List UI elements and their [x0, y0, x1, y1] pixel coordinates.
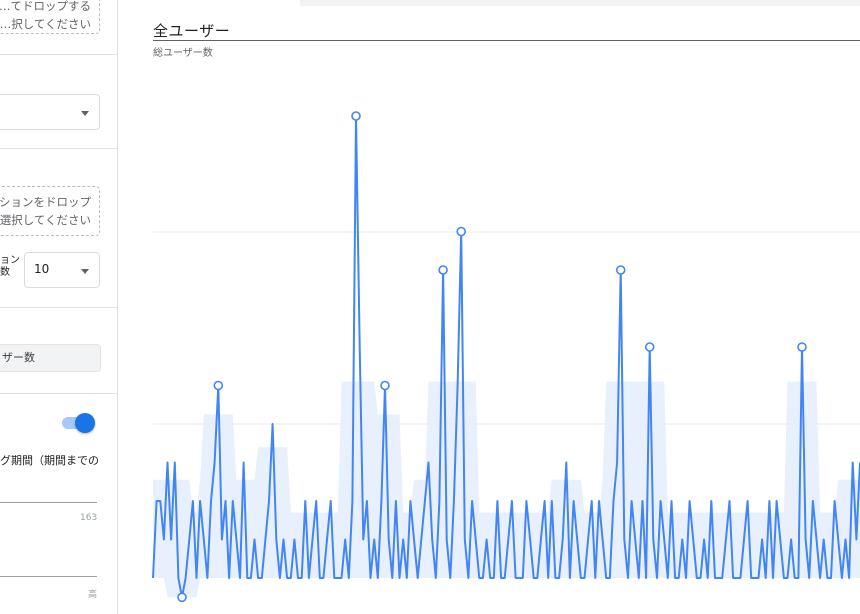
anomaly-point: [797, 342, 807, 352]
anomaly-point: [615, 265, 626, 275]
anomaly-point: [456, 226, 467, 237]
anomaly-point: [351, 111, 361, 121]
anomaly-point: [644, 342, 655, 352]
line-chart[interactable]: [0, 0, 860, 614]
anomaly-point: [177, 592, 187, 603]
anomaly-point: [380, 380, 390, 391]
anomaly-point: [213, 380, 224, 391]
anomaly-point: [438, 265, 448, 275]
